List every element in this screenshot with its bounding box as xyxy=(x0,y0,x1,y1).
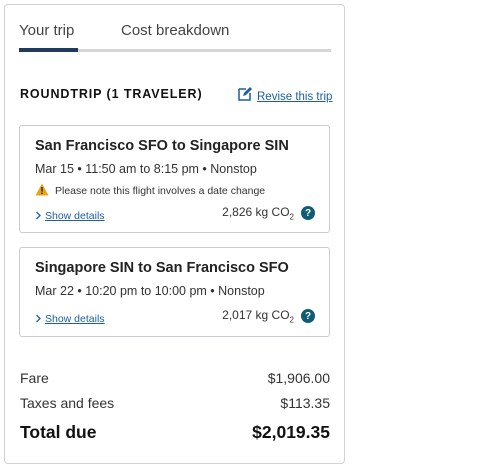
fare-value: $1,906.00 xyxy=(267,370,330,386)
total-row: Total due $2,019.35 xyxy=(20,422,330,443)
fare-row: Fare $1,906.00 xyxy=(20,370,330,386)
show-details-label: Show details xyxy=(45,210,105,222)
date-change-warning: Please note this flight involves a date … xyxy=(35,183,265,199)
show-details-link[interactable]: Show details xyxy=(35,207,105,225)
edit-icon xyxy=(237,86,253,107)
revise-trip-label: Revise this trip xyxy=(257,90,333,103)
taxes-label: Taxes and fees xyxy=(20,395,115,411)
show-details-link[interactable]: Show details xyxy=(35,310,105,328)
co2-value: 2,826 kg CO2 xyxy=(222,205,294,222)
flight-card-return: Singapore SIN to San Francisco SFO Mar 2… xyxy=(19,247,330,337)
taxes-row: Taxes and fees $113.35 xyxy=(20,395,330,411)
total-label: Total due xyxy=(20,422,97,442)
co2-emissions: 2,826 kg CO2 ? xyxy=(222,205,315,221)
flight-route: Singapore SIN to San Francisco SFO xyxy=(35,260,289,276)
warning-icon xyxy=(35,183,49,199)
taxes-value: $113.35 xyxy=(280,395,330,411)
chevron-right-icon xyxy=(35,207,42,225)
chevron-right-icon xyxy=(35,310,42,328)
trip-heading: ROUNDTRIP (1 TRAVELER) xyxy=(20,87,203,101)
question-icon[interactable]: ? xyxy=(301,309,315,324)
tab-cost-breakdown[interactable]: Cost breakdown xyxy=(121,22,229,39)
tab-your-trip[interactable]: Your trip xyxy=(19,22,74,39)
total-value: $2,019.35 xyxy=(252,422,330,442)
co2-emissions: 2,017 kg CO2 ? xyxy=(222,308,315,324)
flight-times: Mar 22 • 10:20 pm to 10:00 pm • Nonstop xyxy=(35,284,265,298)
co2-value: 2,017 kg CO2 xyxy=(222,308,294,325)
fare-label: Fare xyxy=(20,370,49,386)
question-icon[interactable]: ? xyxy=(301,206,315,221)
active-tab-indicator xyxy=(19,48,78,52)
warning-text: Please note this flight involves a date … xyxy=(55,185,266,197)
flight-times: Mar 15 • 11:50 am to 8:15 pm • Nonstop xyxy=(35,162,257,176)
revise-trip-link[interactable]: Revise this trip xyxy=(237,86,332,107)
trip-tabs: Your trip Cost breakdown xyxy=(19,5,331,53)
show-details-label: Show details xyxy=(45,313,105,325)
flight-card-outbound: San Francisco SFO to Singapore SIN Mar 1… xyxy=(19,125,330,233)
flight-route: San Francisco SFO to Singapore SIN xyxy=(35,138,289,154)
trip-summary-panel: Your trip Cost breakdown ROUNDTRIP (1 TR… xyxy=(4,4,345,464)
